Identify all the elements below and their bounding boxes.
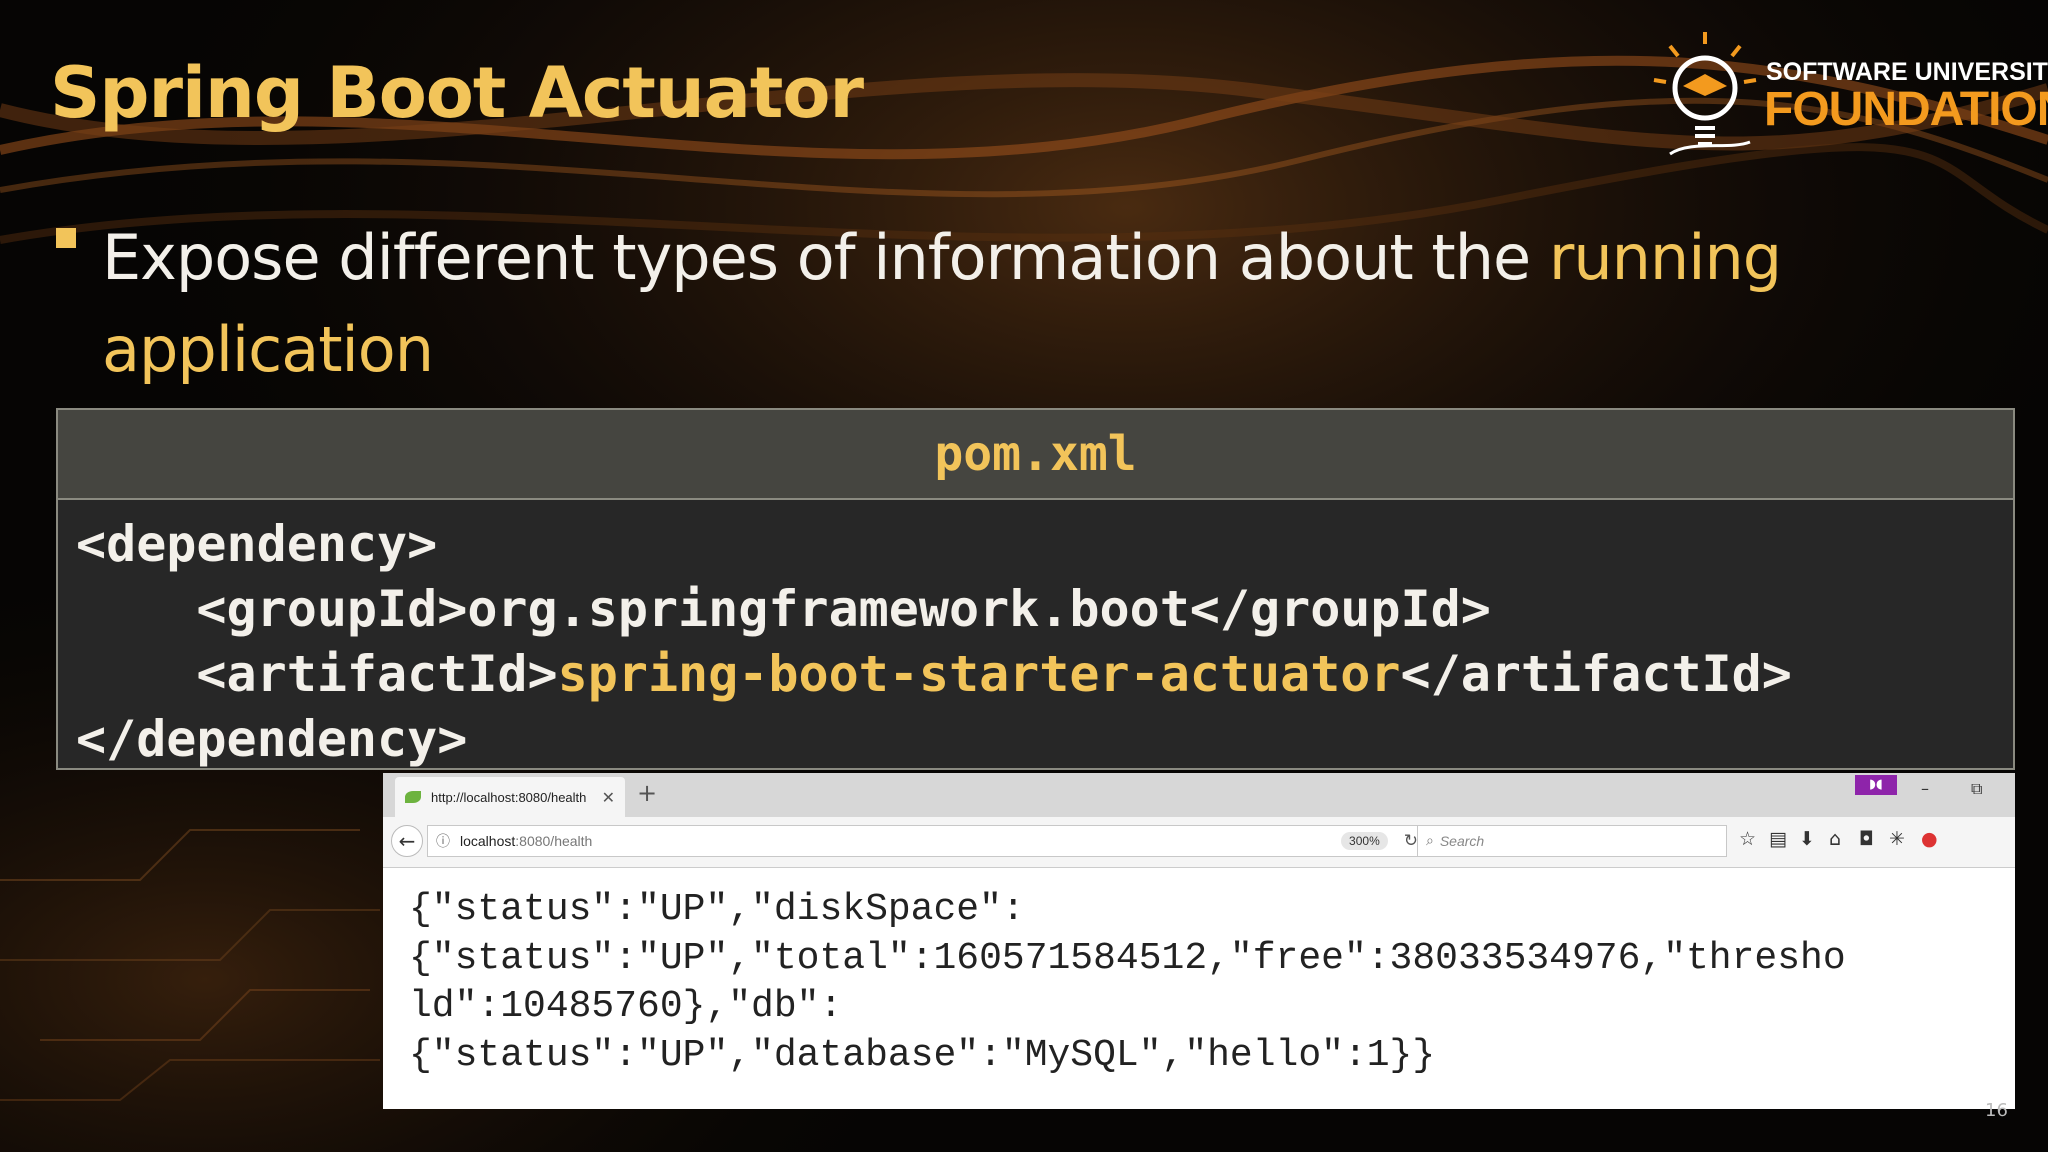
browser-tab-bar: http://localhost:8080/health ✕ + ◗◖ – ⧉	[383, 773, 2015, 817]
code-tag-open: <artifactId>	[76, 645, 558, 703]
minimize-icon[interactable]: –	[1921, 779, 1929, 798]
logo-text-line2: FOUNDATION	[1764, 83, 2048, 136]
restore-icon[interactable]: ⧉	[1971, 779, 1982, 799]
back-arrow-icon[interactable]: ←	[391, 825, 423, 857]
close-icon[interactable]: ✕	[602, 788, 615, 807]
tab-title: http://localhost:8080/health	[431, 789, 587, 805]
bullet-text-plain: Expose different types of information ab…	[102, 221, 1549, 294]
bullet-text: Expose different types of information ab…	[102, 212, 1802, 396]
code-tag-close: </artifactId>	[1400, 645, 1792, 703]
mask-icon[interactable]: ◗◖	[1855, 775, 1897, 795]
code-line: <groupId>org.springframework.boot</group…	[76, 580, 1491, 638]
home-icon[interactable]: ⌂	[1829, 828, 1841, 850]
reader-icon[interactable]: ▤	[1769, 828, 1787, 850]
page-number: 16	[1985, 1100, 2008, 1121]
code-block: pom.xml <dependency> <groupId>org.spring…	[56, 408, 2015, 770]
new-tab-plus-icon[interactable]: +	[637, 779, 657, 807]
reload-icon[interactable]: ↻	[1404, 831, 1418, 851]
slide-title: Spring Boot Actuator	[50, 52, 864, 134]
code-line: <artifactId>spring-boot-starter-actuator…	[76, 642, 1995, 707]
json-line: {"status":"UP","database":"MySQL","hello…	[409, 1033, 1436, 1077]
zoom-level-badge[interactable]: 300%	[1341, 832, 1388, 850]
pocket-icon[interactable]: ◘	[1859, 828, 1874, 850]
json-line: {"status":"UP","diskSpace":	[409, 888, 1025, 931]
json-line: ld":10485760},"db":	[409, 985, 843, 1028]
code-line: <dependency>	[76, 515, 438, 573]
browser-window: http://localhost:8080/health ✕ + ◗◖ – ⧉ …	[383, 773, 2015, 1109]
code-content: <dependency> <groupId>org.springframewor…	[58, 500, 2013, 784]
bullet-square-icon	[56, 228, 76, 248]
code-artifact-value: spring-boot-starter-actuator	[557, 645, 1401, 703]
browser-toolbar: ← ⓘ localhost:8080/health 300% ↻ ⌕ Searc…	[383, 817, 2015, 868]
code-filename: pom.xml	[58, 410, 2013, 500]
url-path: :8080/health	[515, 833, 593, 849]
json-line: {"status":"UP","total":160571584512,"fre…	[409, 936, 1846, 980]
search-placeholder: Search	[1439, 833, 1485, 849]
code-line: </dependency>	[76, 710, 468, 768]
search-box[interactable]: ⌕ Search	[1417, 825, 1727, 857]
spring-leaf-favicon-icon	[405, 791, 421, 803]
info-icon[interactable]: ⓘ	[436, 831, 450, 851]
url-host: localhost	[460, 833, 516, 849]
lightbulb-graduation-cap-icon	[1653, 32, 1757, 156]
softuni-logo: SOFTWARE UNIVERSITY FOUNDATION	[1650, 30, 2048, 160]
health-json-response: {"status":"UP","diskSpace": {"status":"UP…	[383, 868, 2015, 1098]
address-bar[interactable]: ⓘ localhost:8080/health 300% ↻	[427, 825, 1427, 857]
browser-tab[interactable]: http://localhost:8080/health ✕	[395, 777, 625, 817]
extension-icon[interactable]: ✳	[1889, 828, 1905, 850]
search-icon: ⌕	[1426, 833, 1434, 849]
record-icon[interactable]: ●	[1921, 828, 1938, 850]
star-icon[interactable]: ☆	[1739, 828, 1756, 850]
download-icon[interactable]: ⬇	[1799, 828, 1815, 850]
